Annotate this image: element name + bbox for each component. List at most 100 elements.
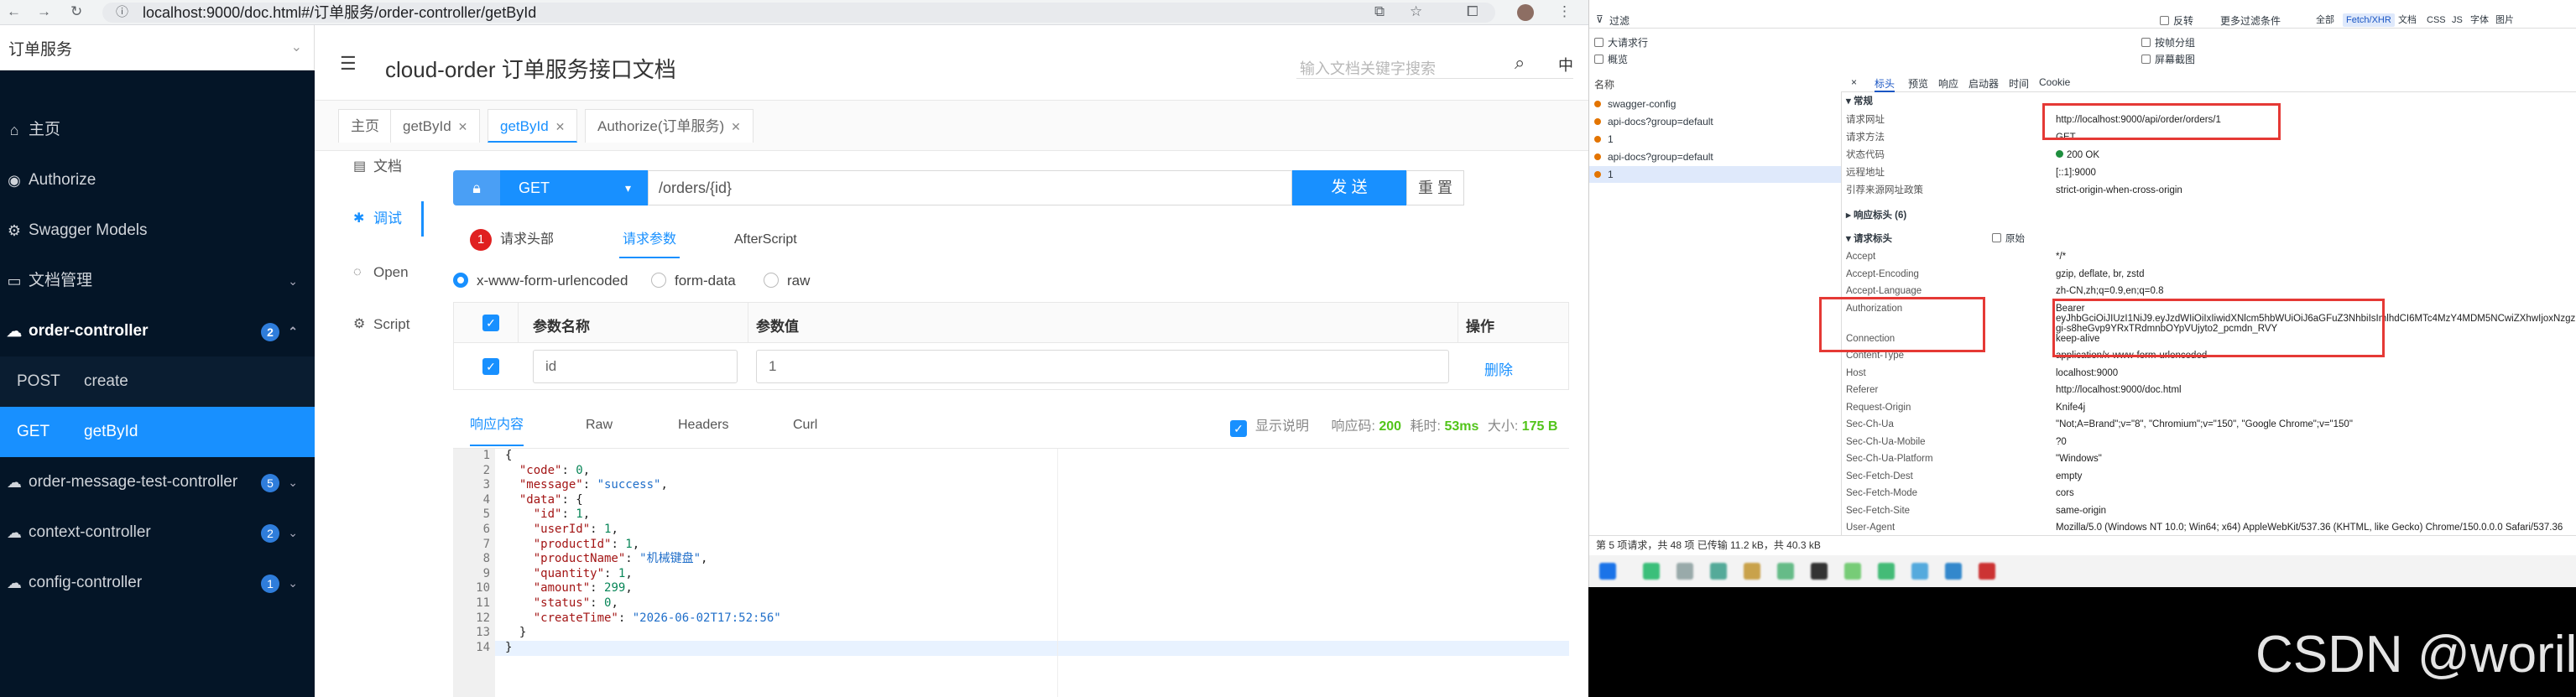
delete-button[interactable]: 删除 [1484, 358, 1513, 379]
response-headers-section[interactable]: ▸ 响应标头 (6) [1846, 208, 1906, 221]
app-icon[interactable] [1945, 563, 1962, 580]
app-icon[interactable] [1811, 563, 1828, 580]
site-info-icon[interactable]: ⓘ [116, 3, 128, 23]
filter-input[interactable]: 过滤 [1609, 13, 1630, 28]
tab-headers[interactable]: 标头 [1875, 76, 1895, 92]
app-icon[interactable] [1911, 563, 1928, 580]
request-row-selected[interactable]: 1 [1589, 166, 1841, 183]
tab-request-params[interactable]: 请求参数 [619, 225, 681, 258]
reset-button[interactable]: 重 置 [1406, 170, 1464, 205]
app-icon[interactable] [1643, 563, 1660, 580]
tab-request-headers[interactable]: 1 请求头部 [470, 225, 554, 258]
close-icon[interactable]: × [1851, 76, 1857, 88]
more-vert-icon[interactable]: ⋮ [1557, 3, 1572, 20]
bookmark-star-icon[interactable]: ☆ [1410, 3, 1422, 20]
tab-response[interactable]: 响应 [1938, 76, 1958, 91]
language-switch[interactable]: 中 [1558, 54, 1573, 75]
extensions-icon[interactable]: ⧠ [1467, 3, 1478, 20]
request-headers-section[interactable]: ▾ 请求标头 [1846, 231, 1892, 245]
sidebar-item-post-create[interactable]: POST create [0, 356, 315, 407]
chrome-icon[interactable] [1979, 563, 1995, 580]
request-row[interactable]: swagger-config [1589, 96, 1841, 112]
filter-all[interactable]: 全部 [2313, 13, 2338, 27]
close-icon[interactable]: ✕ [731, 120, 741, 133]
request-row[interactable]: api-docs?group=default [1589, 113, 1841, 130]
sidebar-item-swagger-models[interactable]: ⚙ Swagger Models [0, 205, 315, 256]
general-section[interactable]: ▾ 常规 [1846, 94, 1873, 107]
raw-checkbox[interactable]: 原始 [1992, 231, 2025, 245]
group-by-frame-checkbox[interactable]: 按帧分组 [2141, 35, 2195, 49]
response-body[interactable]: 1 2 3 4 5 6 7 8 9 10 11 12 13 14 { "code… [453, 448, 1569, 697]
filter-img[interactable]: 图片 [2492, 13, 2517, 27]
request-row[interactable]: 1 [1589, 131, 1841, 148]
forward-icon[interactable]: → [37, 3, 51, 20]
app-icon[interactable] [1676, 563, 1693, 580]
reload-icon[interactable]: ↻ [70, 3, 82, 20]
radio-urlencoded[interactable]: x-www-form-urlencoded [453, 273, 628, 289]
show-desc-checkbox[interactable]: ✓ [1230, 420, 1247, 437]
sidebar-item-authorize[interactable]: ◉ Authorize [0, 155, 315, 205]
overview-checkbox[interactable]: 概览 [1594, 52, 1628, 66]
tab-raw[interactable]: Raw [586, 414, 613, 446]
filter-js[interactable]: JS [2448, 13, 2466, 27]
nav-doc[interactable]: ▤ 文档 [315, 141, 424, 193]
avatar[interactable] [1517, 4, 1534, 21]
app-icon[interactable] [1777, 563, 1794, 580]
windows-icon[interactable] [1599, 563, 1616, 580]
param-value-input[interactable]: 1 [756, 350, 1449, 383]
nav-script[interactable]: ⚙ Script [315, 299, 424, 351]
tab-authorize[interactable]: Authorize(订单服务) ✕ [585, 109, 754, 143]
search-icon[interactable]: ⌕ [1515, 52, 1525, 74]
path-input[interactable]: /orders/{id} [648, 170, 1292, 205]
app-icon[interactable] [1744, 563, 1760, 580]
tab-afterscript[interactable]: AfterScript [734, 225, 797, 258]
filter-fetch-xhr[interactable]: Fetch/XHR [2343, 13, 2395, 27]
lock-icon[interactable]: 🔒︎ [453, 170, 500, 205]
back-icon[interactable]: ← [7, 3, 21, 20]
app-icon[interactable] [1710, 563, 1727, 580]
tab-curl[interactable]: Curl [793, 414, 817, 446]
send-button[interactable]: 发 送 [1292, 170, 1406, 205]
sidebar-item-home[interactable]: ⌂ 主页 [0, 105, 315, 155]
filter-doc[interactable]: 文档 [2395, 13, 2420, 27]
translate-icon[interactable]: ⧉ [1374, 3, 1384, 20]
tab-getbyid-2[interactable]: getById ✕ [488, 109, 578, 143]
service-select[interactable]: 订单服务 ⌄ [0, 25, 315, 70]
row-checkbox[interactable]: ✓ [482, 358, 499, 375]
close-icon[interactable]: ✕ [555, 120, 566, 133]
app-icon[interactable] [1878, 563, 1895, 580]
tab-response-content[interactable]: 响应内容 [470, 414, 524, 446]
sidebar-item-config-controller[interactable]: ☁ config-controller 1 ⌄ [0, 558, 315, 608]
nav-debug[interactable]: ✱ 调试 [315, 193, 424, 245]
big-rows-checkbox[interactable]: 大请求行 [1594, 35, 1648, 49]
request-row[interactable]: api-docs?group=default [1589, 148, 1841, 165]
filter-font[interactable]: 字体 [2467, 13, 2492, 27]
select-all-checkbox[interactable]: ✓ [482, 315, 499, 331]
tab-cookie[interactable]: Cookie [2039, 76, 2070, 88]
address-bar[interactable]: ⓘ localhost:9000/doc.html#/订单服务/order-co… [102, 3, 1495, 23]
filter-css[interactable]: CSS [2423, 13, 2449, 27]
search-input[interactable]: 输入文档关键字搜索 [1296, 50, 1573, 79]
tab-headers[interactable]: Headers [678, 414, 728, 446]
sidebar-item-order-controller[interactable]: ☁ order-controller 2 ⌃ [0, 306, 315, 356]
more-filters-dropdown[interactable]: 更多过滤条件 [2220, 13, 2281, 28]
invert-checkbox[interactable]: 反转 [2160, 13, 2193, 28]
nav-open[interactable]: ◌ Open [315, 247, 424, 299]
tab-timing[interactable]: 时间 [2009, 76, 2029, 91]
menu-toggle-icon[interactable]: ☰ [340, 53, 357, 75]
method-select[interactable]: GET ▾ [500, 170, 648, 205]
sidebar-item-order-message-test-controller[interactable]: ☁ order-message-test-controller 5 ⌄ [0, 457, 315, 507]
radio-raw[interactable]: raw [764, 273, 810, 289]
sidebar-item-doc-manage[interactable]: ▭ 文档管理 ⌄ [0, 256, 315, 306]
tab-preview[interactable]: 预览 [1908, 76, 1928, 91]
param-name-input[interactable]: id [533, 350, 738, 383]
sidebar-item-get-getbyid[interactable]: GET getById [0, 407, 315, 457]
tab-home[interactable]: 主页 [338, 109, 392, 143]
tab-initiator[interactable]: 启动器 [1969, 76, 1999, 91]
close-icon[interactable]: ✕ [458, 120, 468, 133]
screenshot-checkbox[interactable]: 屏幕截图 [2141, 52, 2195, 66]
tab-getbyid-1[interactable]: getById ✕ [390, 109, 481, 143]
app-icon[interactable] [1844, 563, 1861, 580]
sidebar-item-context-controller[interactable]: ☁ context-controller 2 ⌄ [0, 507, 315, 558]
radio-form-data[interactable]: form-data [651, 273, 736, 289]
